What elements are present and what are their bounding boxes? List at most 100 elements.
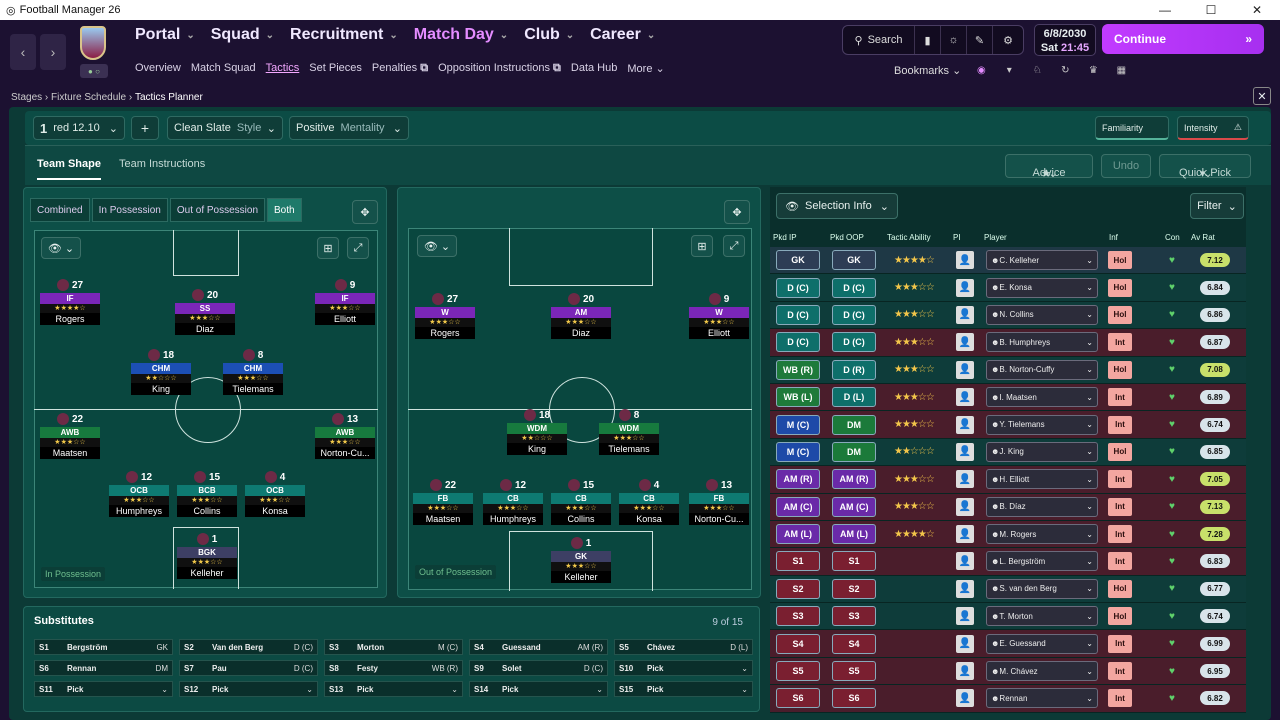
player-instructions-icon[interactable]: 👤 bbox=[956, 579, 974, 598]
pen-icon[interactable]: ✎ bbox=[967, 26, 993, 54]
picked-ip-chip[interactable]: WB (R) bbox=[776, 359, 820, 380]
expand-icon[interactable]: ⤢ bbox=[723, 235, 745, 257]
table-row[interactable]: S1 S1 👤 ☻ L. Bergström ⌄ Int ♥ 6.83 bbox=[770, 548, 1246, 576]
picked-ip-chip[interactable]: D (C) bbox=[776, 277, 820, 298]
player-instructions-icon[interactable]: 👤 bbox=[956, 251, 974, 270]
back-button[interactable]: ‹ bbox=[10, 34, 36, 70]
player-card-out-of-possession[interactable]: 22 FB ★★★☆☆ Maatsen bbox=[413, 479, 473, 525]
player-card-out-of-possession[interactable]: 8 WDM ★★★☆☆ Tielemans bbox=[599, 409, 659, 455]
settings-gear-icon[interactable]: ⚙ bbox=[993, 26, 1023, 54]
player-selector[interactable]: ☻ B. Norton-Cuffy ⌄ bbox=[986, 359, 1098, 380]
chat-icon[interactable]: ◉ bbox=[973, 65, 989, 76]
table-row[interactable]: WB (R) D (R) ★★★☆☆ 👤 ☻ B. Norton-Cuffy ⌄ Hol ♥ 7… bbox=[770, 356, 1246, 384]
substitute-slot[interactable]: S8 Festy WB (R) bbox=[324, 660, 463, 676]
player-selector[interactable]: ☻ M. Chávez ⌄ bbox=[986, 661, 1098, 682]
forward-button[interactable]: › bbox=[40, 34, 66, 70]
table-row[interactable]: S5 S5 👤 ☻ M. Chávez ⌄ Int ♥ 6.95 bbox=[770, 657, 1246, 686]
subnav-overview[interactable]: Overview bbox=[135, 62, 181, 75]
familiarity-meter[interactable]: Familiarity bbox=[1095, 116, 1169, 140]
view-combined[interactable]: Combined bbox=[30, 198, 90, 222]
breadcrumb-stages[interactable]: Stages bbox=[11, 92, 42, 103]
player-instructions-icon[interactable]: 👤 bbox=[956, 662, 974, 681]
player-card-in-possession[interactable]: 20 SS ★★★☆☆ Diaz bbox=[175, 289, 235, 335]
picked-ip-chip[interactable]: AM (L) bbox=[776, 524, 820, 545]
tactic-selector[interactable]: 1 red 12.10 ⌄ bbox=[33, 116, 125, 140]
minimize-button[interactable]: — bbox=[1142, 0, 1188, 20]
table-row[interactable]: M (C) DM ★★☆☆☆ 👤 ☻ J. King ⌄ Hol ♥ 6.85 bbox=[770, 438, 1246, 467]
close-window-button[interactable]: ✕ bbox=[1234, 0, 1280, 20]
player-instructions-icon[interactable]: 👤 bbox=[956, 278, 974, 297]
player-selector[interactable]: ☻ J. King ⌄ bbox=[986, 441, 1098, 462]
trophy-icon[interactable]: ♛ bbox=[1085, 65, 1101, 76]
player-card-out-of-possession[interactable]: 20 AM ★★★☆☆ Diaz bbox=[551, 293, 611, 339]
continue-button[interactable]: Continue » bbox=[1102, 24, 1264, 54]
player-card-in-possession[interactable]: 4 OCB ★★★☆☆ Konsa bbox=[245, 471, 305, 517]
player-instructions-icon[interactable]: 👤 bbox=[956, 333, 974, 352]
search-button[interactable]: ⚲ Search bbox=[843, 26, 915, 54]
picked-ip-chip[interactable]: S3 bbox=[776, 606, 820, 627]
picked-oop-chip[interactable]: S5 bbox=[832, 661, 876, 682]
player-instructions-icon[interactable]: 👤 bbox=[956, 607, 974, 626]
substitute-slot[interactable]: S10 Pick ⌄ bbox=[614, 660, 753, 676]
player-instructions-icon[interactable]: 👤 bbox=[956, 525, 974, 544]
player-card-in-possession[interactable]: 1 BGK ★★★☆☆ Kelleher bbox=[177, 533, 237, 579]
expand-icon[interactable]: ⤢ bbox=[347, 237, 369, 259]
player-card-out-of-possession[interactable]: 15 CB ★★★☆☆ Collins bbox=[551, 479, 611, 525]
player-selector[interactable]: ☻ Y. Tielemans ⌄ bbox=[986, 414, 1098, 435]
subnav-penalties[interactable]: Penalties ⧉ bbox=[372, 62, 428, 75]
picked-ip-chip[interactable]: S2 bbox=[776, 578, 820, 599]
player-card-in-possession[interactable]: 12 OCB ★★★☆☆ Humphreys bbox=[109, 471, 169, 517]
player-card-out-of-possession[interactable]: 1 GK ★★★☆☆ Kelleher bbox=[551, 537, 611, 583]
nav-club[interactable]: Club ⌄ bbox=[524, 26, 574, 44]
picked-oop-chip[interactable]: S1 bbox=[832, 551, 876, 572]
breadcrumb-fixture-schedule[interactable]: Fixture Schedule bbox=[51, 92, 126, 103]
game-date[interactable]: 6/8/2030 Sat 21:45 bbox=[1034, 24, 1096, 56]
player-card-in-possession[interactable]: 8 CHM ★★★☆☆ Tielemans bbox=[223, 349, 283, 395]
maximize-button[interactable]: ☐ bbox=[1188, 0, 1234, 20]
player-instructions-icon[interactable]: 👤 bbox=[956, 689, 974, 708]
picked-ip-chip[interactable]: S4 bbox=[776, 633, 820, 654]
player-selector[interactable]: ☻ Rennan ⌄ bbox=[986, 688, 1098, 709]
player-selector[interactable]: ☻ B. Humphreys ⌄ bbox=[986, 332, 1098, 353]
picked-oop-chip[interactable]: GK bbox=[832, 250, 876, 271]
close-icon[interactable]: ✕ bbox=[1253, 87, 1271, 105]
shirt-icon[interactable]: ▾ bbox=[1001, 65, 1017, 76]
substitute-slot[interactable]: S5 Chávez D (L) bbox=[614, 639, 753, 655]
table-row[interactable]: AM (R) AM (R) ★★★☆☆ 👤 ☻ H. Elliott ⌄ Int ♥ 7.05 bbox=[770, 466, 1246, 494]
nav-squad[interactable]: Squad ⌄ bbox=[211, 26, 274, 44]
subnav-set-pieces[interactable]: Set Pieces bbox=[309, 62, 362, 75]
picked-oop-chip[interactable]: S4 bbox=[832, 633, 876, 654]
subnav-opposition-instructions[interactable]: Opposition Instructions ⧉ bbox=[438, 62, 561, 75]
player-selector[interactable]: ☻ B. Díaz ⌄ bbox=[986, 496, 1098, 517]
table-row[interactable]: S6 S6 👤 ☻ Rennan ⌄ Int ♥ 6.82 bbox=[770, 685, 1246, 713]
subnav-tactics[interactable]: Tactics bbox=[266, 62, 300, 75]
undo-button[interactable]: Undo bbox=[1101, 154, 1151, 178]
picked-oop-chip[interactable]: AM (L) bbox=[832, 524, 876, 545]
grid-icon[interactable]: ⊞ bbox=[317, 237, 339, 259]
substitute-slot[interactable]: S1 Bergström GK bbox=[34, 639, 173, 655]
tab-team-instructions[interactable]: Team Instructions bbox=[119, 158, 205, 170]
substitute-slot[interactable]: S12 Pick ⌄ bbox=[179, 681, 318, 697]
table-row[interactable]: WB (L) D (L) ★★★☆☆ 👤 ☻ I. Maatsen ⌄ Int ♥ 6.89 bbox=[770, 383, 1246, 412]
nav-portal[interactable]: Portal ⌄ bbox=[135, 26, 195, 44]
bookmarks-menu[interactable]: Bookmarks ⌄ bbox=[894, 64, 961, 77]
style-selector[interactable]: Clean Slate Style ⌄ bbox=[167, 116, 283, 140]
substitute-slot[interactable]: S13 Pick ⌄ bbox=[324, 681, 463, 697]
header-av-rat[interactable]: Av Rat bbox=[1191, 233, 1215, 242]
quick-pick-button[interactable]: ▾ Quick Pick ⌄ bbox=[1159, 154, 1251, 180]
refresh-icon[interactable]: ↻ bbox=[1057, 65, 1073, 76]
player-instructions-icon[interactable]: 👤 bbox=[956, 442, 974, 461]
player-instructions-icon[interactable]: 👤 bbox=[956, 552, 974, 571]
player-card-out-of-possession[interactable]: 4 CB ★★★☆☆ Konsa bbox=[619, 479, 679, 525]
picked-ip-chip[interactable]: GK bbox=[776, 250, 820, 271]
player-card-out-of-possession[interactable]: 13 FB ★★★☆☆ Norton-Cu... bbox=[689, 479, 749, 525]
player-card-out-of-possession[interactable]: 27 W ★★★☆☆ Rogers bbox=[415, 293, 475, 339]
picked-ip-chip[interactable]: M (C) bbox=[776, 441, 820, 462]
picked-oop-chip[interactable]: S3 bbox=[832, 606, 876, 627]
header-player[interactable]: Player bbox=[984, 233, 1007, 242]
table-row[interactable]: AM (C) AM (C) ★★★☆☆ 👤 ☻ B. Díaz ⌄ Int ♥ 7.13 bbox=[770, 493, 1246, 521]
table-row[interactable]: S2 S2 👤 ☻ S. van den Berg ⌄ Hol ♥ 6.77 bbox=[770, 575, 1246, 604]
player-selector[interactable]: ☻ E. Konsa ⌄ bbox=[986, 277, 1098, 298]
nav-match-day[interactable]: Match Day ⌄ bbox=[414, 26, 508, 44]
staff-icon[interactable]: ♘ bbox=[1029, 65, 1045, 76]
